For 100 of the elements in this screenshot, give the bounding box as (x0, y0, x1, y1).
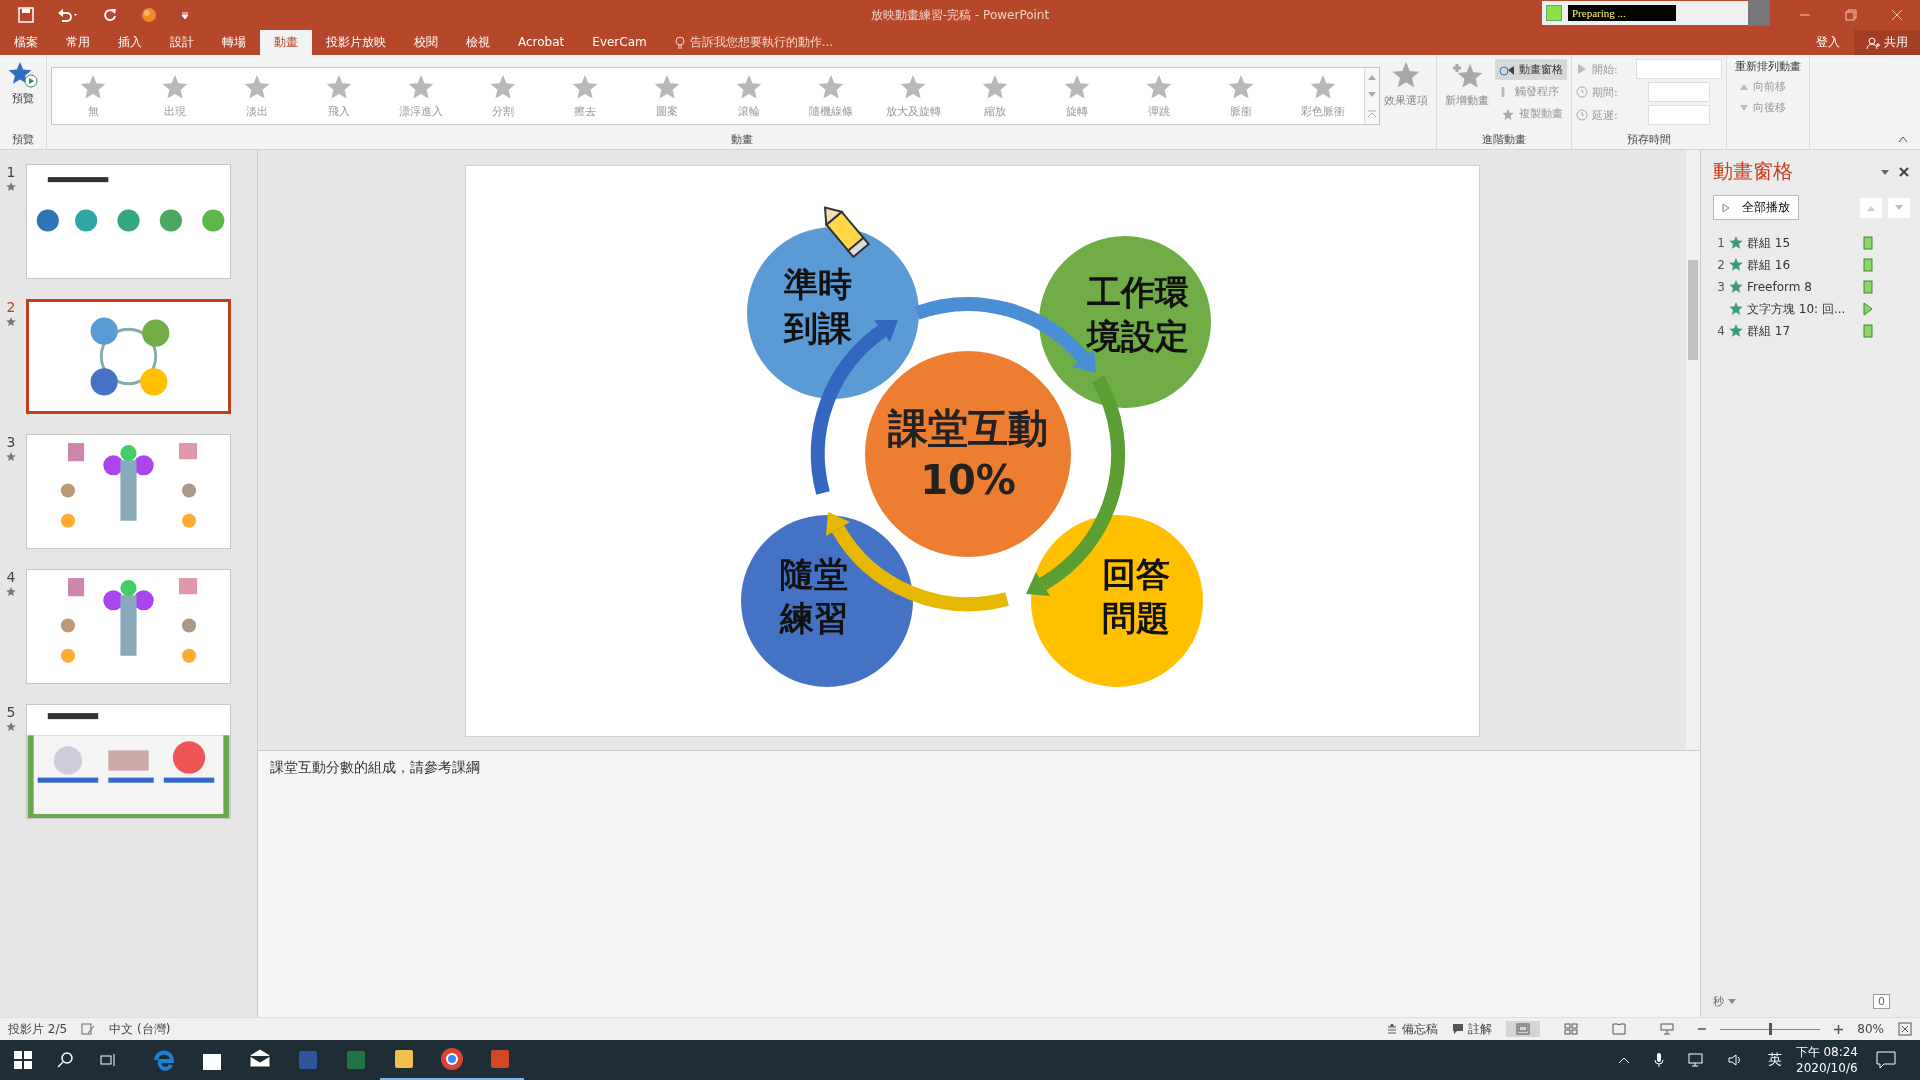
animation-list-item[interactable]: 文字方塊 10: 回... (1747, 300, 1859, 318)
start-dropdown[interactable] (1636, 59, 1722, 79)
zoom-out-icon[interactable] (1698, 1025, 1707, 1033)
timing-bar-icon (1863, 236, 1873, 250)
animation-effect[interactable]: 漂浮進入 (380, 68, 462, 124)
ribbon-tab[interactable]: 設計 (156, 30, 208, 55)
timeline-zoom[interactable]: 0 (1873, 994, 1890, 1009)
network-icon[interactable] (1687, 1053, 1704, 1067)
animation-effect[interactable]: 飛入 (298, 68, 380, 124)
lightbulb-icon (674, 35, 685, 50)
group-label: 進階動畫 (1482, 132, 1526, 147)
app-icon (344, 1048, 368, 1072)
preview-button[interactable]: 預覽 (4, 59, 42, 108)
animation-list-item[interactable]: 群組 15 (1747, 234, 1859, 252)
slide-thumbnail[interactable] (26, 299, 231, 414)
spelling-icon[interactable] (81, 1023, 96, 1035)
search-icon[interactable] (56, 1051, 74, 1069)
animation-effect[interactable]: 旋轉 (1036, 68, 1118, 124)
slide-number: 2 (6, 299, 16, 315)
animation-effect[interactable]: 彩色脈衝 (1282, 68, 1364, 124)
animation-list-item[interactable]: Freeform 8 (1747, 280, 1859, 294)
slide-thumbnail[interactable] (26, 704, 231, 819)
clock-time[interactable]: 下午 08:24 (1795, 1044, 1858, 1060)
item-number: 2 (1716, 258, 1725, 272)
ribbon-tab[interactable]: 檔案 (0, 30, 52, 55)
close-icon[interactable] (1898, 165, 1910, 178)
person-icon (1866, 35, 1880, 50)
ribbon-tab[interactable]: EverCam (578, 30, 661, 55)
animation-pane-button[interactable]: 動畫窗格 (1495, 59, 1567, 80)
notes-button[interactable]: 備忘稿 (1386, 1020, 1439, 1038)
customize-icon[interactable] (180, 10, 190, 20)
comments-button[interactable]: 註解 (1452, 1020, 1493, 1038)
ribbon-tab[interactable]: 檢視 (452, 30, 504, 55)
play-all-button[interactable]: 全部播放 (1713, 195, 1799, 220)
sign-in-link[interactable]: 登入 (1816, 34, 1840, 51)
undo-icon[interactable] (56, 7, 80, 23)
chevron-up-icon[interactable] (1617, 1056, 1630, 1064)
ball-icon[interactable] (140, 6, 158, 24)
task-view-icon[interactable] (98, 1051, 116, 1069)
node-label: 隨堂 練習 (779, 554, 848, 638)
item-number: 4 (1716, 324, 1725, 338)
move-later-button[interactable]: 向後移 (1735, 97, 1790, 118)
zoom-slider[interactable] (1720, 1023, 1821, 1035)
slide-thumbnail[interactable] (26, 164, 231, 279)
ribbon-tab[interactable]: 校閱 (400, 30, 452, 55)
save-icon[interactable] (18, 7, 34, 23)
notification-icon[interactable] (1876, 1051, 1896, 1069)
dropdown-icon[interactable] (1880, 167, 1890, 176)
widget-handle[interactable] (1748, 0, 1770, 26)
tell-me-search[interactable]: 告訴我您想要執行的動作... (674, 34, 834, 51)
ribbon-tab[interactable]: Acrobat (504, 30, 579, 55)
animation-list-item[interactable]: 群組 16 (1747, 256, 1859, 274)
animation-effect[interactable]: 分割 (462, 68, 544, 124)
collapse-ribbon-icon[interactable] (1898, 135, 1908, 143)
star-icon (1729, 302, 1743, 316)
zoom-level[interactable]: 80% (1857, 1022, 1884, 1036)
star-icon (1729, 280, 1743, 294)
timing-triangle-icon (1863, 302, 1873, 316)
timing-bar-icon (1863, 258, 1873, 272)
ribbon-tab[interactable]: 常用 (52, 30, 104, 55)
move-earlier-button[interactable]: 向前移 (1735, 76, 1790, 97)
seconds-dropdown[interactable]: 秒 (1713, 994, 1724, 1009)
animation-effect[interactable]: 無 (52, 68, 134, 124)
microphone-icon[interactable] (1653, 1052, 1664, 1068)
animation-effect[interactable]: 脈衝 (1200, 68, 1282, 124)
animation-effect[interactable]: 圖案 (626, 68, 708, 124)
slide-number: 4 (6, 569, 16, 585)
animation-list-item[interactable]: 群組 17 (1747, 322, 1859, 340)
animation-effect[interactable]: 彈跳 (1118, 68, 1200, 124)
add-animation-button[interactable]: 新增動畫 (1441, 59, 1493, 124)
ribbon-tab[interactable]: 轉場 (208, 30, 260, 55)
language-indicator[interactable]: 中文 (台灣) (109, 1020, 171, 1038)
fit-slide-icon[interactable] (1898, 1022, 1912, 1036)
clock-date[interactable]: 2020/10/6 (1796, 1060, 1858, 1076)
windows-start-icon[interactable] (14, 1051, 32, 1069)
redo-icon[interactable] (102, 7, 118, 23)
animation-effect[interactable]: 滾輪 (708, 68, 790, 124)
animation-painter-button[interactable]: 複製動畫 (1495, 103, 1567, 124)
zoom-in-icon[interactable] (1834, 1024, 1844, 1034)
slide-number: 1 (6, 164, 16, 180)
slide-thumbnail[interactable] (26, 434, 231, 549)
speaker-notes[interactable]: 課堂互動分數的組成，請參考課綱 (270, 759, 480, 775)
ribbon-tab[interactable]: 動畫 (260, 30, 312, 55)
animation-effect[interactable]: 出現 (134, 68, 216, 124)
normal-view-button[interactable] (1506, 1021, 1541, 1037)
animation-effect[interactable]: 擦去 (544, 68, 626, 124)
animation-effect[interactable]: 放大及旋轉 (872, 68, 954, 124)
share-button[interactable]: 共用 (1854, 30, 1920, 55)
dropdown-icon[interactable] (1728, 998, 1736, 1005)
ribbon-tab[interactable]: 投影片放映 (312, 30, 400, 55)
vertical-scrollbar[interactable] (1686, 150, 1700, 750)
trigger-button[interactable]: 觸發程序 (1495, 81, 1567, 102)
animation-effect[interactable]: 淡出 (216, 68, 298, 124)
effect-options-button[interactable]: 效果選項 (1380, 59, 1432, 125)
pencil-icon (823, 206, 870, 259)
input-method-indicator[interactable]: 英 (1767, 1051, 1782, 1069)
animation-effect[interactable]: 隨機線條 (790, 68, 872, 124)
slide-thumbnail[interactable] (26, 569, 231, 684)
ribbon-tab[interactable]: 插入 (104, 30, 156, 55)
animation-effect[interactable]: 縮放 (954, 68, 1036, 124)
